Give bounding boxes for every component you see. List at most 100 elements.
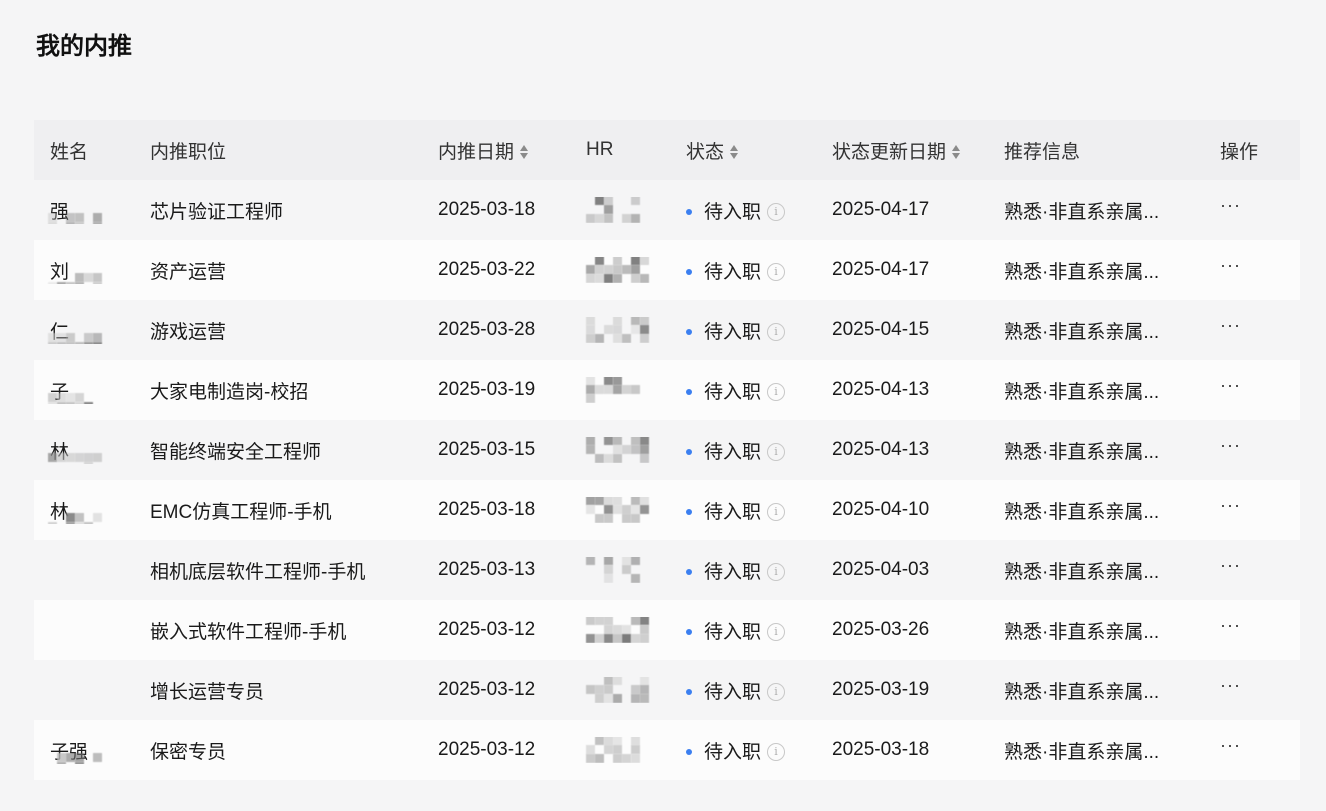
table-row: 刘 资产运营 2025-03-22 待入职 i 2025-04-17 熟悉·非直系… [34,240,1300,300]
more-icon[interactable]: ··· [1220,319,1241,335]
cell-status-update-date: 2025-04-03 [832,559,930,580]
cell-referral-date: 2025-03-12 [438,679,536,700]
redacted-mask [48,212,102,224]
info-icon[interactable]: i [767,383,786,402]
info-icon[interactable]: i [767,683,786,702]
status-dot-icon [686,449,692,456]
cell-status-update-date: 2025-04-17 [832,259,930,280]
table-row: 子强 保密专员 2025-03-12 待入职i 2025-03-18 熟悉·非直… [34,720,1300,780]
info-icon[interactable]: i [767,443,786,462]
cell-referral-info: 熟悉·非直系亲属... [1004,381,1160,403]
header-position: 内推职位 [150,141,227,163]
redacted-mask [48,392,102,404]
info-icon[interactable]: i [767,743,786,762]
table-row: 仁 游戏运营 2025-03-28 待入职 i 2025-04-15 熟悉·非直系… [34,300,1300,360]
sort-icon[interactable] [520,143,529,161]
cell-name: 子强 [34,737,134,764]
more-icon[interactable]: ··· [1220,379,1241,395]
redacted-mask [586,317,652,343]
header-status-update-date[interactable]: 状态更新日期 [818,137,1004,164]
cell-status-update-date: 2025-04-17 [832,199,930,220]
sort-icon[interactable] [952,143,961,161]
cell-referral-info: 熟悉·非直系亲属... [1004,561,1160,583]
cell-position: 相机底层软件工程师-手机 [150,561,366,583]
cell-status-update-date: 2025-03-26 [832,619,930,640]
more-icon[interactable]: ··· [1220,199,1241,215]
redacted-mask [48,272,102,284]
status-dot-icon [686,569,692,576]
redacted-mask [586,437,649,463]
cell-actions: ··· [1220,259,1300,281]
table-body: 强 芯片验证工程师 2025-03-18 待入职 i 2025-04-17 熟悉·… [34,180,1300,780]
cell-referral-info: 熟悉·非直系亲属... [1004,681,1160,703]
header-status[interactable]: 状态 [670,137,818,164]
cell-referral-info: 熟悉·非直系亲属... [1004,621,1160,643]
more-icon[interactable]: ··· [1220,499,1241,515]
cell-referral-info: 熟悉·非直系亲属... [1004,501,1160,523]
more-icon[interactable]: ··· [1220,679,1241,695]
cell-referral-date: 2025-03-15 [438,439,536,460]
info-icon[interactable]: i [767,503,786,522]
redacted-mask [48,332,102,344]
cell-hr [570,197,670,223]
info-icon[interactable]: i [767,323,786,342]
cell-referral-info: 熟悉·非直系亲属... [1004,261,1160,283]
header-hr: HR [586,139,614,160]
cell-referral-date: 2025-03-22 [438,259,536,280]
cell-position: 保密专员 [150,741,227,763]
table-row: 强 芯片验证工程师 2025-03-18 待入职 i 2025-04-17 熟悉·… [34,180,1300,240]
cell-hr [570,257,670,283]
status-dot-icon [686,749,692,756]
cell-status-update-date: 2025-04-13 [832,439,930,460]
table-row: 相机底层软件工程师-手机 2025-03-13 待入职 i 2025-04-03 … [34,540,1300,600]
table-row: 林 EMC仿真工程师-手机 2025-03-18 待入职 i 2025-04-10… [34,480,1300,540]
table-header: 姓名 内推职位 内推日期 HR 状态 状态更新日期 推荐信息 操作 [34,120,1300,180]
cell-status-update-date: 2025-03-19 [832,679,930,700]
info-icon[interactable]: i [767,563,786,582]
more-icon[interactable]: ··· [1220,439,1241,455]
cell-referral-date: 2025-03-28 [438,319,536,340]
cell-status-update-date: 2025-04-13 [832,379,930,400]
cell-hr [570,677,670,703]
cell-name: 强 [34,197,134,224]
cell-status-update-date: 2025-04-15 [832,319,930,340]
cell-actions: ··· [1220,679,1300,701]
cell-position: 智能终端安全工程师 [150,441,322,463]
cell-hr [570,557,670,583]
cell-referral-info: 熟悉·非直系亲属... [1004,201,1160,223]
cell-status: 待入职 i [670,377,818,404]
cell-status-update-date: 2025-04-10 [832,499,930,520]
cell-name: 林 [34,437,134,464]
cell-position: 嵌入式软件工程师-手机 [150,621,347,643]
cell-referral-info: 熟悉·非直系亲属... [1004,321,1160,343]
cell-position: 资产运营 [150,261,227,283]
info-icon[interactable]: i [767,623,786,642]
redacted-mask [586,197,640,223]
sort-icon[interactable] [730,143,739,161]
cell-status: 待入职 i [670,497,818,524]
info-icon[interactable]: i [767,203,786,222]
redacted-mask [586,377,640,403]
cell-referral-date: 2025-03-12 [438,619,536,640]
referral-table: 姓名 内推职位 内推日期 HR 状态 状态更新日期 推荐信息 操作 强 芯片验证… [34,120,1300,780]
cell-actions: ··· [1220,319,1300,341]
cell-name: 林 [34,497,134,524]
more-icon[interactable]: ··· [1220,559,1241,575]
cell-status: 待入职 i [670,677,818,704]
cell-status: 待入职 i [670,437,818,464]
table-row: 林 智能终端安全工程师 2025-03-15 待入职i 2025-04-13 熟… [34,420,1300,480]
cell-actions: ··· [1220,619,1300,641]
status-dot-icon [686,209,692,216]
cell-hr [570,497,670,523]
redacted-mask [48,752,102,764]
redacted-mask [48,452,102,464]
more-icon[interactable]: ··· [1220,739,1241,755]
more-icon[interactable]: ··· [1220,259,1241,275]
more-icon[interactable]: ··· [1220,619,1241,635]
cell-hr [570,377,670,403]
header-actions: 操作 [1220,141,1259,163]
header-referral-date[interactable]: 内推日期 [422,137,570,164]
cell-name: 子 [34,377,134,404]
cell-hr [570,317,670,343]
info-icon[interactable]: i [767,263,786,282]
